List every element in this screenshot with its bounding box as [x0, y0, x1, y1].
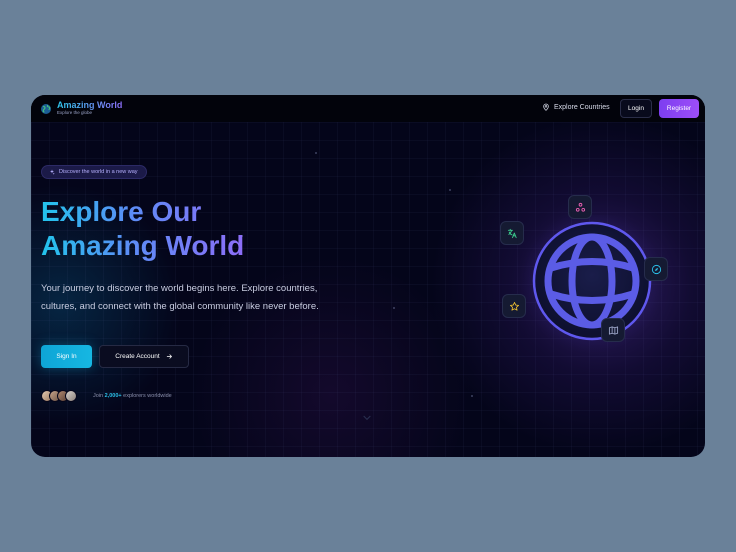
globe-graphic — [520, 215, 664, 353]
map-icon — [608, 325, 618, 335]
compass-icon — [651, 264, 661, 274]
avatar — [65, 390, 77, 402]
star-icon — [509, 301, 519, 311]
users-chip — [568, 195, 592, 219]
globe-icon — [41, 103, 51, 114]
hero-title: Explore Our Amazing World — [41, 195, 244, 263]
top-navbar: Amazing World Explore the globe Explore … — [31, 95, 705, 122]
create-account-button[interactable]: Create Account — [99, 345, 189, 368]
chevron-down-icon[interactable] — [363, 415, 371, 421]
sparkles-icon — [50, 169, 55, 175]
map-chip — [601, 318, 625, 342]
translate-icon — [507, 228, 517, 238]
app-window: Amazing World Explore the globe Explore … — [31, 95, 705, 457]
hero-badge: Discover the world in a new way — [41, 165, 147, 179]
background-star — [449, 189, 451, 191]
star-chip — [502, 294, 526, 318]
join-suffix: explorers worldwide — [123, 393, 172, 399]
background-star — [471, 395, 473, 397]
map-pin-icon — [543, 103, 549, 111]
arrow-right-icon — [166, 354, 172, 359]
join-count: 2,000+ — [104, 393, 122, 399]
brand-subtitle: Explore the globe — [57, 110, 93, 115]
avatar-group — [41, 390, 77, 402]
hero-badge-text: Discover the world in a new way — [59, 169, 138, 175]
background-star — [315, 152, 317, 154]
join-prefix: Join — [93, 393, 104, 399]
login-button[interactable]: Login — [620, 99, 652, 118]
register-button[interactable]: Register — [659, 99, 699, 118]
hero-title-line-1: Explore Our — [41, 195, 244, 229]
users-icon — [575, 202, 585, 212]
join-text: Join 2,000+ explorers worldwide — [93, 393, 172, 399]
brand-logo[interactable]: Amazing World Explore the globe — [40, 101, 122, 116]
globe-illustration — [495, 195, 695, 375]
hero-title-line-2: Amazing World — [41, 230, 245, 261]
sign-in-button[interactable]: Sign In — [41, 345, 92, 368]
explore-countries-label: Explore Countries — [554, 103, 610, 111]
brand-title: Amazing World — [57, 100, 123, 110]
background-star — [393, 307, 395, 309]
hero-description: Your journey to discover the world begin… — [41, 283, 319, 312]
translate-chip — [500, 221, 524, 245]
compass-chip — [644, 257, 668, 281]
create-account-label: Create Account — [115, 353, 160, 360]
explore-countries-link[interactable]: Explore Countries — [542, 103, 610, 111]
